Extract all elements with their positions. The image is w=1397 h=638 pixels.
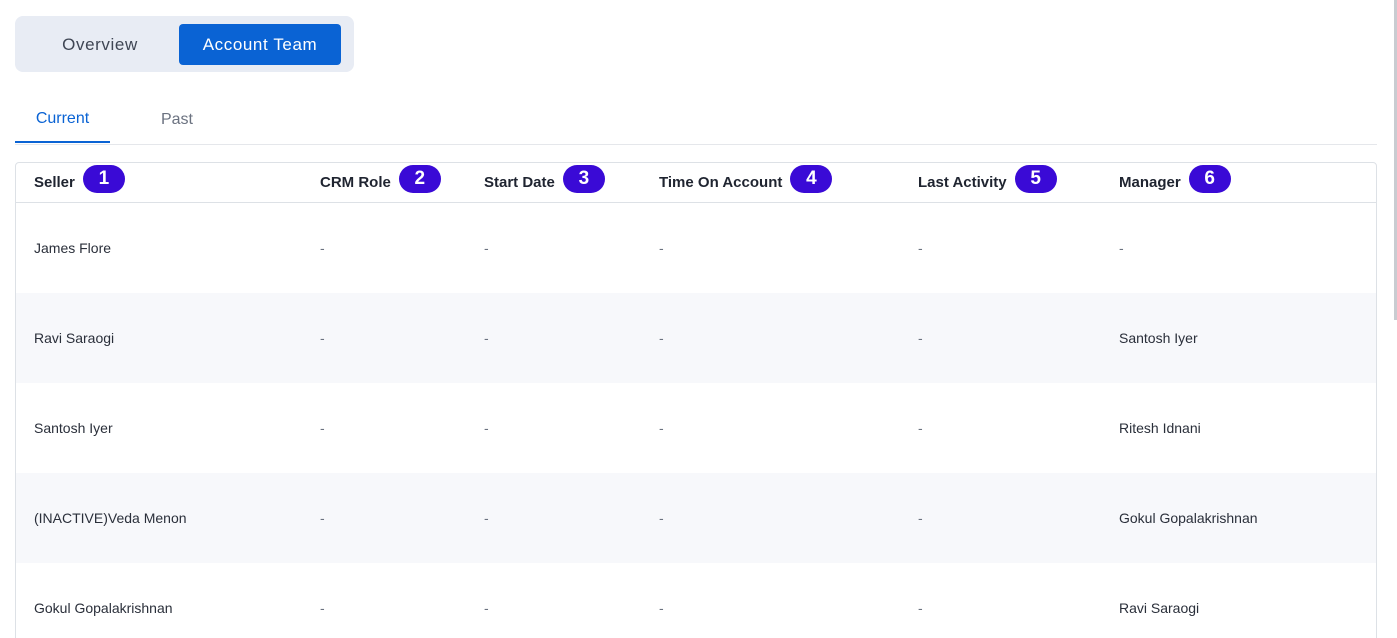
- seller-cell: James Flore: [34, 240, 112, 256]
- seller-cell: Santosh Iyer: [34, 420, 113, 436]
- start-date-cell: -: [484, 420, 489, 436]
- number-badge: 1: [82, 164, 125, 193]
- column-label: Time On Account: [659, 174, 783, 191]
- column-label: Manager: [1119, 174, 1181, 191]
- manager-cell: Santosh Iyer: [1119, 330, 1198, 346]
- start-date-cell: -: [484, 240, 489, 256]
- table-header: Seller 1 CRM Role 2 Start Date 3 Time On…: [16, 163, 1376, 203]
- number-badge: 6: [1188, 164, 1231, 193]
- manager-cell: -: [1119, 240, 1124, 256]
- table-row[interactable]: Ravi Saraogi - - - - Santosh Iyer: [16, 293, 1376, 383]
- last-activity-cell: -: [918, 510, 923, 526]
- column-label: Start Date: [484, 174, 555, 191]
- column-header-start-date[interactable]: Start Date 3: [484, 163, 605, 202]
- manager-cell: Gokul Gopalakrishnan: [1119, 510, 1258, 526]
- column-header-manager[interactable]: Manager 6: [1119, 163, 1231, 202]
- overview-button[interactable]: Overview: [23, 24, 177, 65]
- number-badge: 3: [562, 164, 605, 193]
- time-on-account-cell: -: [659, 330, 664, 346]
- view-toggle: Overview Account Team: [15, 16, 354, 72]
- column-header-seller[interactable]: Seller 1: [34, 163, 125, 202]
- manager-cell: Ravi Saraogi: [1119, 600, 1200, 616]
- account-team-page: Overview Account Team Current Past Selle…: [0, 0, 1397, 638]
- column-label: Seller: [34, 174, 75, 191]
- time-on-account-cell: -: [659, 420, 664, 436]
- table-row[interactable]: (INACTIVE)Veda Menon - - - - Gokul Gopal…: [16, 473, 1376, 563]
- column-label: Last Activity: [918, 174, 1007, 191]
- tab-current[interactable]: Current: [15, 96, 110, 143]
- seller-cell: (INACTIVE)Veda Menon: [34, 510, 187, 526]
- manager-cell: Ritesh Idnani: [1119, 420, 1201, 436]
- last-activity-cell: -: [918, 420, 923, 436]
- time-on-account-cell: -: [659, 600, 664, 616]
- account-team-table: Seller 1 CRM Role 2 Start Date 3 Time On…: [15, 162, 1377, 638]
- crm-role-cell: -: [320, 330, 325, 346]
- crm-role-cell: -: [320, 510, 325, 526]
- column-header-crm-role[interactable]: CRM Role 2: [320, 163, 441, 202]
- table-row[interactable]: James Flore - - - - -: [16, 203, 1376, 293]
- column-header-last-activity[interactable]: Last Activity 5: [918, 163, 1057, 202]
- seller-cell: Ravi Saraogi: [34, 330, 115, 346]
- last-activity-cell: -: [918, 240, 923, 256]
- number-badge: 4: [790, 164, 833, 193]
- start-date-cell: -: [484, 330, 489, 346]
- tab-past[interactable]: Past: [143, 96, 211, 143]
- account-team-button[interactable]: Account Team: [179, 24, 341, 65]
- crm-role-cell: -: [320, 420, 325, 436]
- crm-role-cell: -: [320, 600, 325, 616]
- last-activity-cell: -: [918, 600, 923, 616]
- number-badge: 2: [398, 164, 441, 193]
- last-activity-cell: -: [918, 330, 923, 346]
- column-header-time-on-account[interactable]: Time On Account 4: [659, 163, 833, 202]
- column-label: CRM Role: [320, 174, 391, 191]
- table-row[interactable]: Santosh Iyer - - - - Ritesh Idnani: [16, 383, 1376, 473]
- start-date-cell: -: [484, 510, 489, 526]
- number-badge: 5: [1014, 164, 1057, 193]
- crm-role-cell: -: [320, 240, 325, 256]
- seller-cell: Gokul Gopalakrishnan: [34, 600, 173, 616]
- team-period-tabs: Current Past: [15, 96, 1377, 145]
- time-on-account-cell: -: [659, 240, 664, 256]
- table-row[interactable]: Gokul Gopalakrishnan - - - - Ravi Saraog…: [16, 563, 1376, 638]
- time-on-account-cell: -: [659, 510, 664, 526]
- start-date-cell: -: [484, 600, 489, 616]
